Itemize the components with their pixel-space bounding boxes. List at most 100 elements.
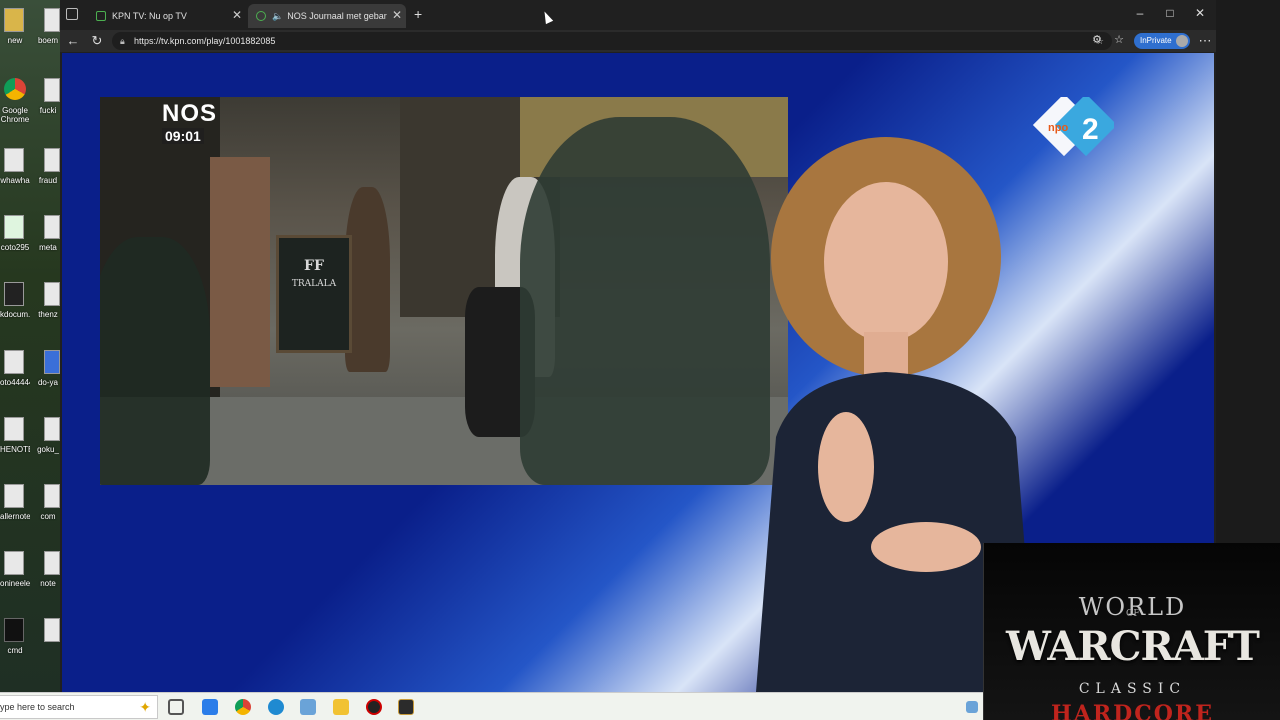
tab-nos-journaal[interactable]: 🔈 NOS Journaal met gebarent... ✕ (248, 4, 406, 28)
tab-title: NOS Journaal met gebarent... (287, 11, 387, 21)
search-placeholder: ype here to search (0, 702, 75, 712)
file-icon (44, 8, 60, 32)
tray-icon[interactable] (966, 701, 978, 713)
file-explorer-icon[interactable] (333, 699, 349, 715)
raised-hand-shape (818, 412, 874, 522)
desktop-icon-label: boem (37, 36, 58, 45)
desktop-icon-label: Google Chrome (0, 106, 30, 124)
lock-icon: 🔒︎ (120, 36, 125, 46)
desktop-icon-label: allernote (0, 512, 30, 521)
desktop-icon-label: oto444444 (0, 378, 30, 387)
desktop-icon-oto444444[interactable]: oto444444 do-ya (0, 342, 62, 402)
file-icon (44, 215, 60, 239)
file-icon (44, 78, 60, 102)
desktop-icon-onineele[interactable]: onineele... note (0, 543, 62, 603)
desktop-icon-label: fucki (39, 106, 57, 115)
desktop-icons-strip: new boem Google Chrome fucki whawha frau… (0, 0, 62, 692)
address-bar-row: ← ↻ 🔒︎ https://tv.kpn.com/play/100188208… (60, 30, 1216, 52)
tab-title: KPN TV: Nu op TV (112, 11, 187, 21)
lower-hand-shape (871, 522, 981, 572)
close-tab-icon[interactable]: ✕ (392, 8, 402, 22)
maximize-button[interactable]: □ (1160, 6, 1180, 20)
snipping-tool-icon[interactable] (300, 699, 316, 715)
desktop-icon-label: meta (39, 243, 57, 252)
desktop-icon-henote[interactable]: HENOTE goku_ (0, 409, 62, 469)
file-icon (44, 282, 60, 306)
sparkle-icon: ✦ (139, 699, 151, 715)
file-icon (44, 484, 60, 508)
task-view-icon[interactable] (168, 699, 184, 715)
taskbar-search-box[interactable]: ype here to search ✦ (0, 695, 158, 719)
app-icon (44, 350, 60, 374)
tab-kpn-tv[interactable]: KPN TV: Nu op TV ✕ (88, 4, 246, 28)
wow-title-hardcore: HARDCORE (1051, 701, 1214, 720)
npo2-channel-logo: npo 2 (1032, 97, 1114, 157)
npo-wordmark: npo (1048, 122, 1068, 134)
mail-icon[interactable] (202, 699, 218, 715)
screenshot-icon (4, 282, 24, 306)
blurred-pedestrian (100, 237, 210, 485)
postcard-rack (210, 157, 270, 387)
new-tab-button[interactable]: + (414, 6, 422, 22)
speaker-icon[interactable]: 🔈 (272, 11, 283, 22)
url-field[interactable]: 🔒︎ https://tv.kpn.com/play/1001882085 ☆ (112, 32, 1112, 50)
wow-title-warcraft: WARCRAFT (1006, 623, 1260, 670)
refresh-icon[interactable]: ↻ (88, 33, 106, 49)
desktop-icon-coto295[interactable]: coto295 meta (0, 207, 62, 267)
desktop-icon-label: kdocum... (0, 310, 30, 319)
file-icon (44, 551, 60, 575)
chalkboard-logo: FF (304, 258, 324, 274)
kpn-favicon-icon (96, 11, 106, 21)
nos-wordmark: NOS (162, 100, 218, 127)
desktop-icon-label: cmd (7, 646, 23, 655)
chrome-taskbar-icon[interactable] (235, 699, 251, 715)
file-icon (4, 148, 24, 172)
chalkboard-sign: FF TRALALA (276, 235, 352, 353)
chalkboard-text: TRALALA (291, 279, 337, 289)
inprivate-badge[interactable]: InPrivate (1134, 33, 1190, 49)
file-icon (4, 551, 24, 575)
file-icon (44, 417, 60, 441)
desktop-icon-label: fraud (38, 176, 58, 185)
avatar (1176, 35, 1188, 47)
nos-logo: NOS 09:01 (162, 100, 222, 146)
npo-number: 2 (1082, 113, 1099, 146)
desktop-icon-new[interactable]: new boem (0, 0, 62, 60)
file-icon (44, 618, 60, 642)
inprivate-label: InPrivate (1140, 36, 1172, 45)
desktop-icon-label: thenz (38, 310, 58, 319)
game-launcher-icon[interactable] (398, 699, 414, 715)
favorites-icon[interactable]: ☆ (1110, 33, 1128, 46)
file-icon (44, 148, 60, 172)
tab-actions-icon[interactable] (66, 8, 78, 20)
desktop-icon-kdocum[interactable]: kdocum... thenz (0, 274, 62, 334)
extensions-icon[interactable]: ⚙ (1088, 33, 1106, 46)
tab-strip: KPN TV: Nu op TV ✕ 🔈 NOS Journaal met ge… (60, 0, 1216, 30)
desktop-icon-chrome[interactable]: Google Chrome fucki (0, 70, 62, 130)
desktop-icon-label: goku_ (37, 445, 59, 454)
minimize-button[interactable]: – (1130, 6, 1150, 20)
back-arrow-icon[interactable]: ← (64, 33, 82, 48)
face-shape (824, 182, 948, 342)
desktop-icon-label: HENOTE (0, 445, 30, 454)
desktop-icon-label: com (40, 512, 56, 521)
close-tab-icon[interactable]: ✕ (232, 8, 242, 22)
terminal-icon (4, 618, 24, 642)
media-player-icon[interactable] (366, 699, 382, 715)
file-icon (4, 215, 24, 239)
file-icon (4, 417, 24, 441)
folder-icon (4, 8, 24, 32)
kpn-favicon-icon (256, 11, 266, 21)
desktop-icon-label: new (7, 36, 23, 45)
edge-icon[interactable] (268, 699, 284, 715)
blurred-pedestrian (520, 117, 770, 485)
desktop-icon-whawha[interactable]: whawha fraud (0, 140, 62, 200)
close-window-button[interactable]: ✕ (1190, 6, 1210, 20)
wow-title-classic: CLASSIC (1078, 681, 1187, 697)
wow-of-text: OF (1126, 609, 1140, 619)
desktop-icon-allernote[interactable]: allernote com (0, 476, 62, 536)
more-menu-icon[interactable]: ⋯ (1196, 33, 1214, 49)
desktop-icon-label: do-ya (37, 378, 58, 387)
news-footage-frame: FF TRALALA NOS 09:01 (100, 97, 788, 485)
desktop-icon-cmd[interactable]: cmd (0, 610, 62, 670)
